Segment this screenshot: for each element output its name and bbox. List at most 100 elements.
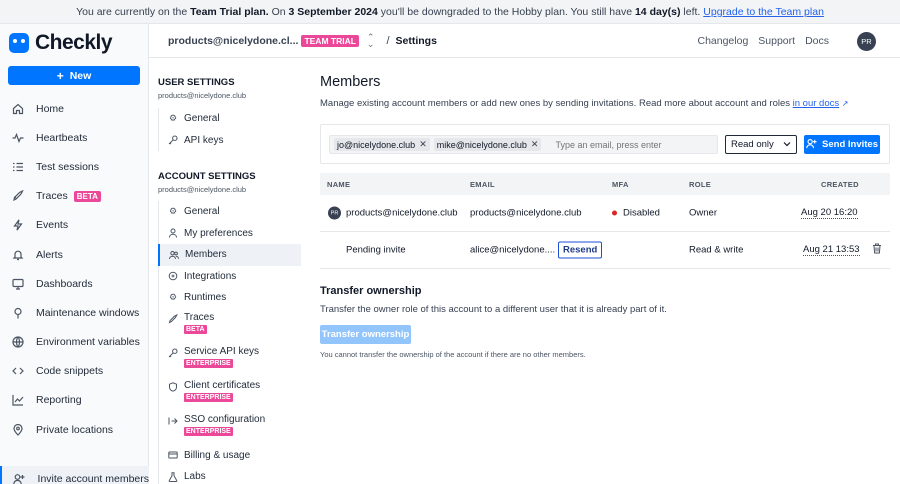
subnav-label: Service API keys [184, 345, 260, 357]
subnav-label: Integrations [184, 270, 237, 282]
send-invites-button[interactable]: Send Invites [804, 135, 880, 154]
chart-icon [11, 394, 24, 407]
invite-email-input[interactable] [555, 139, 676, 150]
nav-item-traces[interactable]: Traces BETA [0, 182, 149, 211]
nav-item-code-snippets[interactable]: Code snippets [0, 357, 149, 386]
nav-label: Reporting [36, 394, 82, 407]
nav-label: Test sessions [36, 160, 100, 173]
chevron-up-down-icon[interactable]: ⌃ ⌄ [367, 32, 375, 48]
subnav-label: General [184, 113, 220, 125]
plus-icon: + [56, 68, 64, 83]
breadcrumb-separator: / [386, 34, 390, 47]
role-select[interactable]: Read only [725, 135, 797, 154]
nav-item-heartbeats[interactable]: Heartbeats [0, 123, 149, 152]
nav-item-private-locations[interactable]: Private locations [0, 415, 149, 444]
docs-link[interactable]: in our docs [793, 98, 839, 109]
email-chip: mike@nicelydone.club ✕ [433, 138, 542, 151]
resend-button[interactable]: Resend [558, 241, 603, 259]
subnav-label: API keys [184, 134, 224, 146]
subnav-item-service-api-keys[interactable]: Service API keys ENTERPRISE [159, 343, 301, 377]
nav-label: Private locations [36, 423, 114, 436]
team-trial-badge: TEAM TRIAL [301, 34, 359, 47]
globe-icon [11, 336, 24, 349]
rocket-icon [11, 190, 24, 203]
subnav-item-sso-configuration[interactable]: SSO configuration ENTERPRISE [159, 411, 301, 445]
subnav-item-integrations[interactable]: Integrations [159, 266, 301, 288]
bell-icon [11, 248, 24, 261]
page-description-text: Manage existing account members or add n… [320, 98, 793, 109]
new-button[interactable]: + New [8, 66, 140, 85]
nav-label: Alerts [36, 248, 63, 261]
nav-item-dashboards[interactable]: Dashboards [0, 269, 149, 298]
col-created: CREATED [821, 180, 859, 189]
brand-name: Checkly [35, 31, 113, 54]
email-chip: jo@nicelydone.club ✕ [334, 138, 430, 151]
breadcrumb-settings[interactable]: Settings [396, 35, 437, 47]
nav-item-maintenance-windows[interactable]: Maintenance windows [0, 298, 149, 327]
invite-account-members[interactable]: Invite account members [0, 466, 149, 484]
send-invites-label: Send Invites [822, 139, 878, 150]
monitor-icon [11, 277, 24, 290]
user-settings-email: products@nicelydone.club [158, 91, 247, 100]
upgrade-link[interactable]: Upgrade to the Team plan [703, 6, 824, 18]
subnav-item-client-certificates[interactable]: Client certificates ENTERPRISE [159, 377, 301, 411]
nav-label: Heartbeats [36, 131, 88, 144]
transfer-description: Transfer the owner role of this account … [320, 304, 667, 315]
trial-banner: You are currently on the Team Trial plan… [0, 0, 900, 24]
invite-email: alice@nicelydone.... [470, 244, 556, 256]
table-header: NAME EMAIL MFA ROLE CREATED [320, 173, 890, 195]
nav-item-alerts[interactable]: Alerts [0, 240, 149, 269]
banner-date: 3 September 2024 [288, 6, 378, 18]
subnav-item-user-general[interactable]: ⚙ General [159, 108, 301, 130]
banner-text-1: You are currently on the [76, 6, 191, 18]
subnav-label: SSO configuration [184, 413, 266, 425]
nav-label: Home [36, 102, 65, 115]
account-name[interactable]: products@nicelydone.cl... [168, 35, 298, 47]
nav-item-environment-variables[interactable]: Environment variables [0, 328, 149, 357]
subnav-label: Client certificates [184, 379, 261, 391]
mfa-status: Disabled [612, 208, 660, 219]
chevron-down-icon [783, 139, 791, 150]
enterprise-badge: ENTERPRISE [184, 392, 233, 402]
subnav-item-api-keys[interactable]: API keys [159, 130, 301, 152]
subnav-item-runtimes[interactable]: ⚙ Runtimes [159, 287, 301, 309]
logo[interactable]: Checkly [9, 31, 113, 55]
remove-chip-icon[interactable]: ✕ [531, 139, 539, 150]
changelog-link[interactable]: Changelog [697, 35, 748, 47]
subnav-label: Labs [184, 471, 206, 483]
nav-item-reporting[interactable]: Reporting [0, 386, 149, 415]
docs-link[interactable]: Docs [805, 35, 829, 47]
subnav-item-labs[interactable]: Labs [159, 466, 301, 484]
account-settings-email: products@nicelydone.club [158, 185, 247, 194]
subnav-item-members[interactable]: Members [158, 244, 301, 266]
nav-item-test-sessions[interactable]: Test sessions [0, 152, 149, 181]
trash-icon[interactable] [872, 243, 882, 257]
rocket-icon [168, 313, 178, 324]
beta-badge: BETA [184, 324, 207, 334]
subnav-item-account-general[interactable]: ⚙ General [159, 201, 301, 223]
email-chip-label: jo@nicelydone.club [337, 139, 416, 150]
nav-label: Traces [36, 190, 68, 203]
user-settings-title: USER SETTINGS [158, 77, 235, 88]
banner-text-4: left. [680, 6, 704, 18]
invite-email-field[interactable]: jo@nicelydone.club ✕ mike@nicelydone.clu… [329, 135, 718, 154]
subnav-label: Traces [184, 311, 215, 323]
subnav-item-traces[interactable]: Traces BETA [159, 309, 301, 343]
banner-text-3: you'll be downgraded to the Hobby plan. … [377, 6, 635, 18]
remove-chip-icon[interactable]: ✕ [419, 139, 427, 150]
user-avatar[interactable]: PR [857, 31, 876, 51]
invite-label: Invite account members [37, 472, 149, 484]
support-link[interactable]: Support [758, 35, 795, 47]
subnav-item-my-preferences[interactable]: My preferences [159, 223, 301, 245]
user-icon [168, 228, 178, 238]
transfer-ownership-button[interactable]: Transfer ownership [320, 325, 411, 344]
member-name: products@nicelydone.club [346, 207, 458, 219]
login-icon [168, 416, 178, 426]
transfer-title: Transfer ownership [320, 285, 422, 297]
nav-item-events[interactable]: Events [0, 211, 149, 240]
account-settings-title: ACCOUNT SETTINGS [158, 171, 256, 182]
page-title: Members [320, 74, 381, 90]
nav-item-home[interactable]: Home [0, 94, 149, 123]
shield-icon [168, 381, 178, 392]
subnav-item-billing-usage[interactable]: Billing & usage [159, 445, 301, 467]
